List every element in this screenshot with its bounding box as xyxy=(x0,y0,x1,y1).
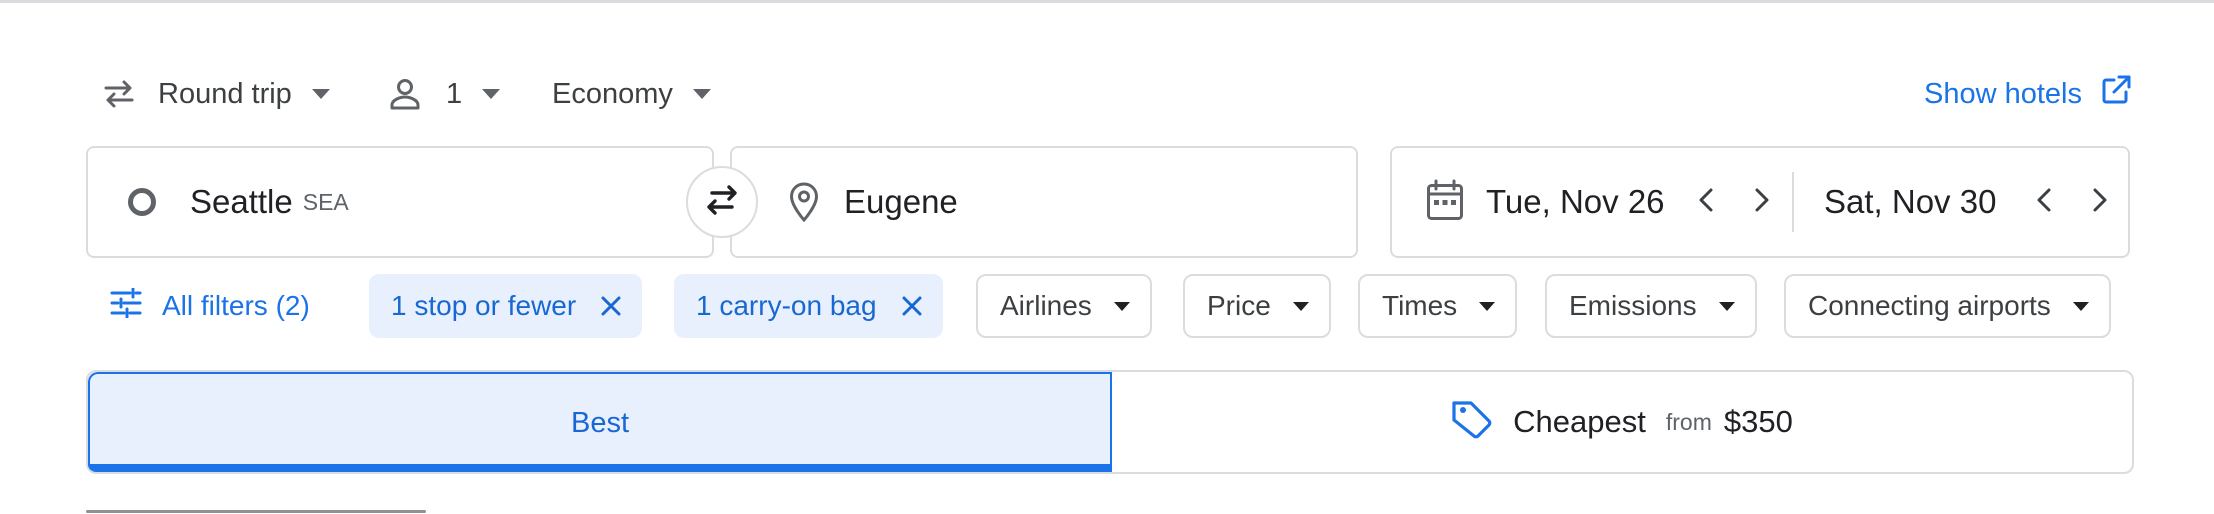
swap-locations-button[interactable] xyxy=(686,166,758,238)
cabin-class-label: Economy xyxy=(552,77,673,110)
filter-chip-bags[interactable]: 1 carry-on bag xyxy=(674,274,943,338)
trip-type-select[interactable]: Round trip xyxy=(102,68,330,120)
return-date[interactable]: Sat, Nov 30 xyxy=(1824,148,1996,256)
filter-airlines-dropdown[interactable]: Airlines xyxy=(976,274,1152,338)
location-pin-icon xyxy=(788,182,820,222)
return-next-button[interactable] xyxy=(2076,178,2124,226)
filter-times-dropdown[interactable]: Times xyxy=(1358,274,1518,338)
origin-code: SEA xyxy=(302,188,349,215)
filter-dropdown-label: Emissions xyxy=(1569,290,1697,321)
top-divider xyxy=(0,0,2214,3)
caret-down-icon xyxy=(692,89,711,99)
filter-emissions-dropdown[interactable]: Emissions xyxy=(1545,274,1757,338)
filter-chip-label: 1 carry-on bag xyxy=(696,290,877,321)
destination-field[interactable]: Eugene xyxy=(730,146,1358,258)
show-hotels-label: Show hotels xyxy=(1924,77,2082,110)
filter-dropdown-label: Times xyxy=(1382,290,1458,321)
trip-type-label: Round trip xyxy=(158,77,292,110)
tab-best-label: Best xyxy=(570,406,630,439)
filter-price-dropdown[interactable]: Price xyxy=(1183,274,1331,338)
filter-connecting-airports-dropdown[interactable]: Connecting airports xyxy=(1784,274,2111,338)
date-divider xyxy=(1792,172,1794,232)
filter-chip-label: 1 stop or fewer xyxy=(391,290,577,321)
passengers-select[interactable]: 1 xyxy=(388,68,501,120)
tab-cheapest-label: Cheapest xyxy=(1513,404,1646,439)
caret-down-icon xyxy=(311,89,330,99)
caret-down-icon xyxy=(1718,301,1735,311)
tab-cheapest[interactable]: Cheapest from $350 xyxy=(1112,372,2132,472)
filter-chip-stops[interactable]: 1 stop or fewer xyxy=(369,274,643,338)
return-date-label: Sat, Nov 30 xyxy=(1824,183,1997,220)
origin-field[interactable]: Seattle SEA xyxy=(86,146,714,258)
all-filters-button[interactable]: All filters (2) xyxy=(110,274,310,338)
chevron-right-icon xyxy=(2092,187,2108,218)
chevron-left-icon xyxy=(2036,187,2052,218)
departure-date[interactable]: Tue, Nov 26 xyxy=(1426,148,1665,256)
destination-city: Eugene xyxy=(844,183,958,220)
departure-date-label: Tue, Nov 26 xyxy=(1486,183,1665,220)
person-icon xyxy=(388,77,422,111)
show-hotels-link[interactable]: Show hotels xyxy=(1924,68,2132,120)
close-icon[interactable] xyxy=(901,295,923,317)
departure-next-button[interactable] xyxy=(1738,178,1786,226)
calendar-icon xyxy=(1426,179,1464,226)
swap-arrows-icon xyxy=(702,183,742,222)
tab-cheapest-price: $350 xyxy=(1723,404,1793,439)
close-icon[interactable] xyxy=(600,295,622,317)
filter-dropdown-label: Price xyxy=(1207,290,1271,321)
tab-best[interactable]: Best xyxy=(88,372,1112,472)
passengers-count: 1 xyxy=(446,77,463,110)
caret-down-icon xyxy=(482,89,501,99)
sort-tabs: Best Cheapest from $350 xyxy=(86,370,2134,474)
filter-dropdown-label: Airlines xyxy=(1000,290,1092,321)
tune-icon xyxy=(110,287,142,325)
caret-down-icon xyxy=(1479,301,1496,311)
caret-down-icon xyxy=(2072,301,2089,311)
caret-down-icon xyxy=(1292,301,1309,311)
swap-horizontal-icon xyxy=(102,79,136,109)
open-in-new-icon xyxy=(2082,74,2132,114)
origin-city: Seattle xyxy=(190,183,293,220)
filter-dropdown-label: Connecting airports xyxy=(1808,290,2051,321)
return-prev-button[interactable] xyxy=(2020,178,2068,226)
dates-field: Tue, Nov 26 Sat, Nov 30 xyxy=(1390,146,2130,258)
chevron-right-icon xyxy=(1754,187,1770,218)
caret-down-icon xyxy=(1113,301,1130,311)
tag-icon xyxy=(1451,398,1495,447)
tab-cheapest-from: from xyxy=(1665,408,1712,435)
origin-circle-icon xyxy=(128,188,156,216)
all-filters-label: All filters (2) xyxy=(162,290,310,321)
cabin-class-select[interactable]: Economy xyxy=(552,68,711,120)
departure-prev-button[interactable] xyxy=(1682,178,1730,226)
chevron-left-icon xyxy=(1698,187,1714,218)
results-heading-peek xyxy=(86,504,426,514)
